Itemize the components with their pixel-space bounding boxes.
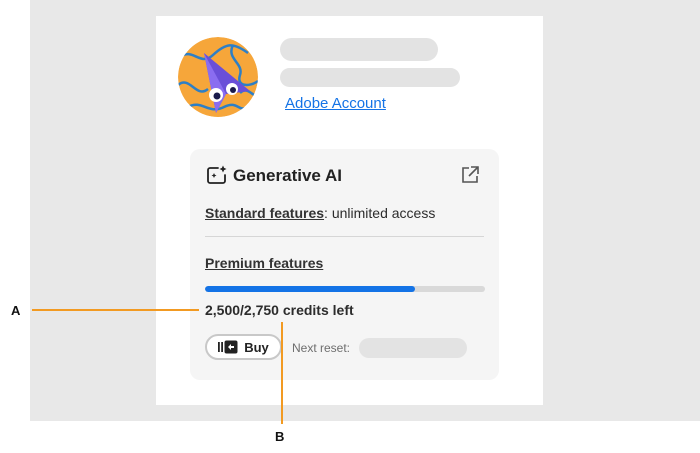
callout-a-label: A bbox=[11, 303, 21, 318]
standard-features-value: : unlimited access bbox=[324, 205, 436, 221]
sparkle-frame-icon bbox=[207, 165, 227, 184]
next-reset-label: Next reset: bbox=[292, 341, 351, 355]
credits-buy-icon bbox=[218, 340, 238, 354]
credits-progress-bar bbox=[205, 286, 485, 292]
account-panel: Adobe Account Generative AI Standard fea… bbox=[156, 16, 543, 405]
buy-button[interactable]: Buy bbox=[205, 334, 282, 360]
adobe-account-link[interactable]: Adobe Account bbox=[285, 95, 386, 112]
generative-ai-title: Generative AI bbox=[233, 166, 342, 185]
divider bbox=[205, 236, 484, 237]
credits-remaining-text: 2,500/2,750 credits left bbox=[205, 302, 354, 318]
standard-features-row: Standard features: unlimited access bbox=[205, 205, 435, 221]
callout-b-line bbox=[281, 322, 283, 424]
name-placeholder bbox=[280, 38, 438, 61]
email-placeholder bbox=[280, 68, 460, 87]
standard-features-link[interactable]: Standard features bbox=[205, 205, 324, 221]
buy-button-label: Buy bbox=[244, 339, 269, 355]
purple-cursor-character-icon bbox=[178, 37, 258, 117]
generative-ai-card: Generative AI Standard features: unlimit… bbox=[190, 149, 499, 380]
avatar bbox=[178, 37, 258, 117]
credits-progress-fill bbox=[205, 286, 415, 292]
open-external-icon[interactable] bbox=[460, 165, 480, 185]
callout-b-label: B bbox=[275, 429, 285, 444]
next-reset-placeholder bbox=[359, 338, 467, 358]
premium-features-link[interactable]: Premium features bbox=[205, 255, 323, 271]
callout-a-line bbox=[32, 309, 199, 311]
